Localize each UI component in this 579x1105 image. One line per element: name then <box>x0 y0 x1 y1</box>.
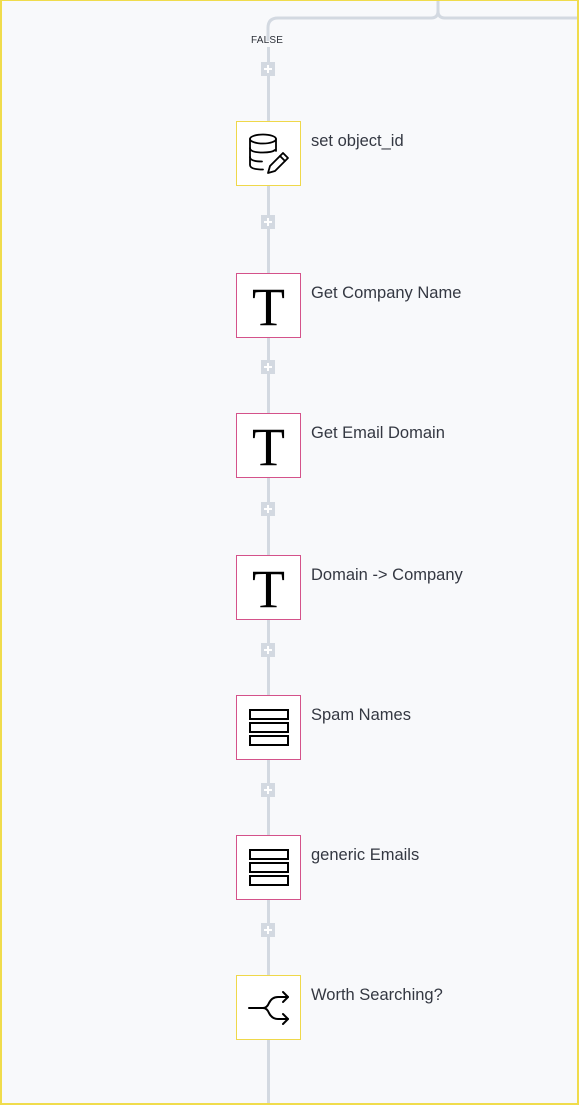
text-icon: T <box>252 416 285 477</box>
step-node-domain-company[interactable]: T <box>236 555 301 620</box>
step-label[interactable]: generic Emails <box>311 846 419 865</box>
add-step-button[interactable] <box>261 643 275 657</box>
connector-line <box>267 620 270 695</box>
connector-line <box>267 1040 270 1103</box>
text-icon: T <box>252 276 285 337</box>
connector-line <box>267 338 270 413</box>
list-icon <box>248 708 289 746</box>
step-label[interactable]: set object_id <box>311 132 404 151</box>
add-step-button[interactable] <box>261 923 275 937</box>
connector-line <box>267 900 270 975</box>
connector-line <box>267 478 270 555</box>
step-node-get-company-name[interactable]: T <box>236 273 301 338</box>
connector-line <box>267 186 270 273</box>
database-edit-icon <box>248 133 289 174</box>
add-step-button[interactable] <box>261 215 275 229</box>
connector-line <box>267 47 270 121</box>
workflow-canvas[interactable]: FALSE set object_id T Get Company Name T… <box>0 0 579 1105</box>
branch-connector <box>266 1 577 41</box>
connector-line <box>267 760 270 835</box>
step-node-spam-names[interactable] <box>236 695 301 760</box>
step-label[interactable]: Domain -> Company <box>311 566 463 585</box>
step-label[interactable]: Worth Searching? <box>311 986 443 1005</box>
add-step-button[interactable] <box>261 360 275 374</box>
text-icon: T <box>252 558 285 619</box>
branch-icon <box>247 990 289 1025</box>
step-node-generic-emails[interactable] <box>236 835 301 900</box>
add-step-button[interactable] <box>261 62 275 76</box>
step-label[interactable]: Get Company Name <box>311 284 461 303</box>
step-node-worth-searching[interactable] <box>236 975 301 1040</box>
step-label[interactable]: Get Email Domain <box>311 424 445 443</box>
step-node-get-email-domain[interactable]: T <box>236 413 301 478</box>
step-node-set-object-id[interactable] <box>236 121 301 186</box>
step-label[interactable]: Spam Names <box>311 706 411 725</box>
list-icon <box>248 848 289 886</box>
add-step-button[interactable] <box>261 502 275 516</box>
add-step-button[interactable] <box>261 783 275 797</box>
branch-false-label: FALSE <box>251 35 284 46</box>
